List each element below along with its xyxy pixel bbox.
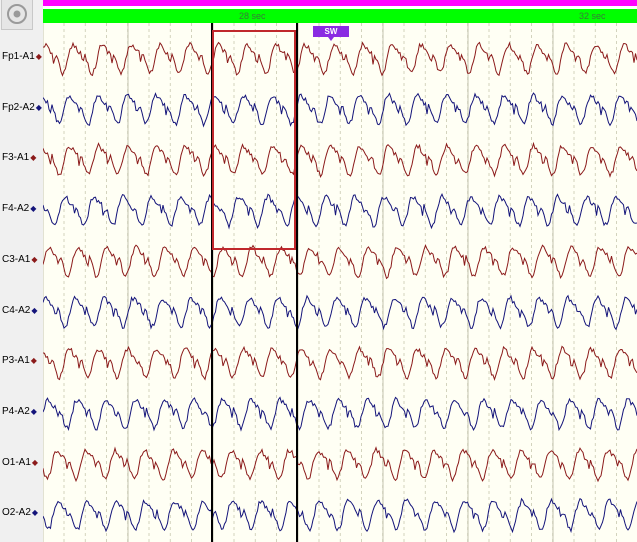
channel-color-marker: ◆ bbox=[30, 356, 37, 366]
channel-label-panel: Fp1-A1◆ Fp2-A2◆ F3-A1◆ F4-A2◆ C3-A1◆ C4-A2◆ P3… bbox=[0, 0, 44, 542]
time-ruler[interactable]: 28 sec 32 sec bbox=[43, 9, 637, 23]
channel-name: O1-A1 bbox=[2, 456, 31, 468]
channel-color-marker: ◆ bbox=[30, 153, 37, 163]
time-label-28: 28 sec bbox=[239, 11, 266, 21]
channel-label-fp1-a1[interactable]: Fp1-A1◆ bbox=[2, 51, 42, 63]
channel-name: Fp2-A2 bbox=[2, 101, 35, 113]
channel-name: Fp1-A1 bbox=[2, 51, 35, 62]
channel-name: P3-A1 bbox=[2, 355, 30, 367]
eeg-trace-area[interactable] bbox=[43, 23, 637, 542]
waveform-c3-a1 bbox=[43, 244, 637, 280]
waveform-f3-a1 bbox=[43, 141, 637, 178]
channel-color-marker: ◆ bbox=[31, 508, 39, 518]
channel-name: F4-A2 bbox=[2, 203, 30, 215]
channel-name: C4-A2 bbox=[2, 304, 31, 316]
channel-label-f4-a2[interactable]: F4-A2◆ bbox=[2, 203, 36, 215]
waveform-o1-a1 bbox=[43, 446, 637, 483]
channel-label-fp2-a2[interactable]: Fp2-A2◆ bbox=[2, 102, 42, 114]
channel-color-marker: ◆ bbox=[35, 102, 42, 112]
target-icon bbox=[7, 4, 27, 24]
channel-label-p4-a2[interactable]: P4-A2◆ bbox=[2, 406, 37, 418]
channel-color-marker: ◆ bbox=[31, 305, 38, 315]
channel-label-c3-a1[interactable]: C3-A1◆ bbox=[2, 254, 38, 266]
channel-color-marker: ◆ bbox=[30, 204, 37, 214]
channel-label-c4-a2[interactable]: C4-A2◆ bbox=[2, 305, 38, 317]
channel-name: C3-A1 bbox=[2, 253, 31, 265]
waveform-p3-a1 bbox=[43, 345, 637, 382]
channel-label-o1-a1[interactable]: O1-A1◆ bbox=[2, 457, 38, 469]
time-label-32: 32 sec bbox=[579, 11, 606, 21]
channel-color-marker: ◆ bbox=[35, 52, 42, 61]
montage-settings-button[interactable] bbox=[1, 0, 33, 30]
channel-color-marker: ◆ bbox=[31, 457, 39, 467]
channel-color-marker: ◆ bbox=[30, 406, 37, 416]
eeg-waveforms bbox=[43, 23, 637, 542]
channel-name: O2-A2 bbox=[2, 507, 31, 519]
channel-label-p3-a1[interactable]: P3-A1◆ bbox=[2, 355, 37, 367]
channel-name: F3-A1 bbox=[2, 152, 30, 164]
channel-label-o2-a2[interactable]: O2-A2◆ bbox=[2, 507, 38, 519]
channel-color-marker: ◆ bbox=[31, 254, 38, 264]
channel-label-f3-a1[interactable]: F3-A1◆ bbox=[2, 152, 36, 164]
event-marker-sw[interactable]: SW bbox=[313, 26, 349, 41]
channel-name: P4-A2 bbox=[2, 405, 30, 417]
